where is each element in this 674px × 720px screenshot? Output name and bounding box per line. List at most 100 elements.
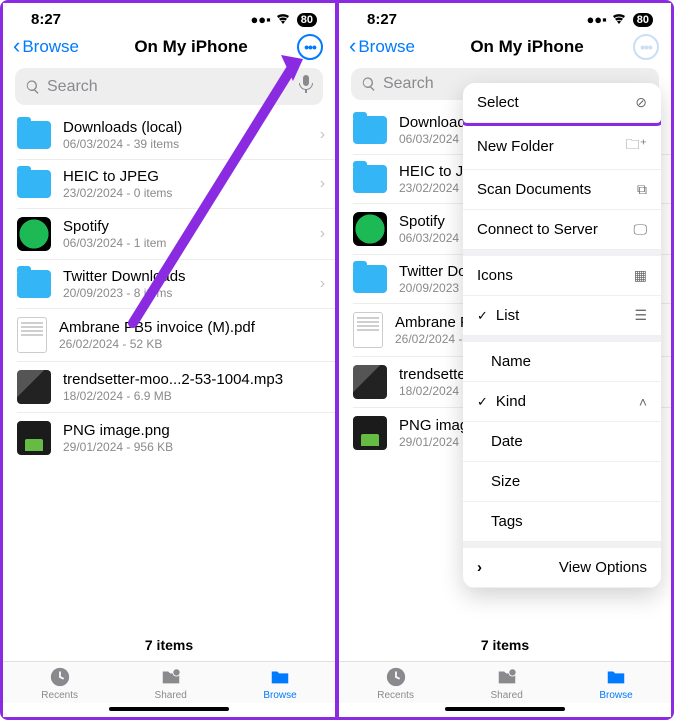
folder-icon: [605, 666, 627, 688]
new-folder-icon: 🗀⁺: [626, 134, 647, 158]
status-icons: ●●▪ 80: [250, 12, 317, 27]
search-placeholder: Search: [47, 78, 98, 96]
menu-connect-server[interactable]: Connect to Server 🖵: [463, 210, 661, 250]
image-icon: [17, 421, 51, 455]
tab-shared[interactable]: Shared: [155, 666, 187, 701]
menu-select[interactable]: Select ⊘: [463, 83, 661, 123]
more-actions-button[interactable]: •••: [297, 34, 323, 60]
file-meta: 18/02/2024 - 6.9 MB: [63, 389, 325, 403]
tab-shared[interactable]: Shared: [491, 666, 523, 701]
menu-scan-documents[interactable]: Scan Documents ⧉: [463, 170, 661, 210]
phone-right: 8:27 ●●▪ 80 ‹ Browse On My iPhone ••• Se…: [339, 3, 671, 717]
file-meta: 23/02/2024 - 0 items: [63, 186, 308, 200]
chevron-right-icon: ›: [320, 175, 325, 193]
back-label: Browse: [22, 37, 79, 57]
status-icons: ●●▪ 80: [586, 12, 653, 27]
back-button[interactable]: ‹ Browse: [349, 37, 425, 57]
menu-new-folder[interactable]: New Folder 🗀⁺: [463, 123, 661, 170]
tab-recents[interactable]: Recents: [41, 666, 78, 701]
list-item[interactable]: HEIC to JPEG 23/02/2024 - 0 items ›: [17, 160, 335, 209]
list-item[interactable]: PNG image.png 29/01/2024 - 956 KB: [17, 413, 335, 463]
tab-bar: Recents Shared Browse: [339, 661, 671, 703]
audio-icon: [17, 370, 51, 404]
folder-icon: [17, 121, 51, 149]
ellipsis-icon: •••: [304, 39, 316, 55]
back-label: Browse: [358, 37, 415, 57]
document-icon: [353, 312, 383, 348]
list-item[interactable]: Twitter Downloads 20/09/2023 - 8 items ›: [17, 260, 335, 309]
menu-sort-size[interactable]: Size: [463, 462, 661, 502]
file-name: Downloads (local): [63, 119, 308, 136]
menu-view-icons[interactable]: Icons ▦: [463, 256, 661, 296]
file-meta: 20/09/2023 - 8 items: [63, 286, 308, 300]
menu-sort-name[interactable]: Name: [463, 342, 661, 382]
item-count: 7 items: [3, 629, 335, 661]
chevron-right-icon: ›: [320, 126, 325, 144]
item-count: 7 items: [339, 629, 671, 661]
folder-icon: [17, 270, 51, 298]
file-list: Downloads (local) 06/03/2024 - 39 items …: [3, 111, 335, 629]
folder-icon: [353, 116, 387, 144]
file-name: Ambrane PB5 invoice (M).pdf: [59, 319, 325, 336]
home-indicator: [109, 707, 229, 711]
list-item[interactable]: Ambrane PB5 invoice (M).pdf 26/02/2024 -…: [17, 309, 335, 362]
battery-icon: 80: [633, 13, 653, 27]
search-icon: [25, 79, 41, 95]
tab-browse[interactable]: Browse: [599, 666, 632, 701]
select-icon: ⊘: [635, 94, 647, 111]
file-name: Spotify: [63, 218, 308, 235]
phone-left: 8:27 ●●▪ 80 ‹ Browse On My iPhone ••• Se…: [3, 3, 335, 717]
shared-folder-icon: [496, 666, 518, 688]
folder-icon: [269, 666, 291, 688]
status-time: 8:27: [31, 11, 61, 28]
status-bar: 8:27 ●●▪ 80: [339, 3, 671, 30]
menu-view-list[interactable]: List ☰: [463, 296, 661, 336]
tab-browse[interactable]: Browse: [263, 666, 296, 701]
chevron-right-icon: ›: [320, 225, 325, 243]
file-name: trendsetter-moo...2-53-1004.mp3: [63, 371, 325, 388]
ellipsis-icon: •••: [640, 39, 652, 55]
chevron-right-icon: ›: [320, 275, 325, 293]
document-icon: [17, 317, 47, 353]
list-item[interactable]: trendsetter-moo...2-53-1004.mp3 18/02/20…: [17, 362, 335, 413]
folder-icon: [353, 165, 387, 193]
search-placeholder: Search: [383, 75, 434, 93]
search-input[interactable]: Search: [15, 68, 323, 105]
status-bar: 8:27 ●●▪ 80: [3, 3, 335, 30]
tab-recents[interactable]: Recents: [377, 666, 414, 701]
list-item[interactable]: Spotify 06/03/2024 - 1 item ›: [17, 209, 335, 260]
folder-icon: [17, 170, 51, 198]
chevron-left-icon: ‹: [349, 35, 356, 57]
menu-view-options[interactable]: View Options: [463, 548, 661, 588]
nav-bar: ‹ Browse On My iPhone •••: [3, 30, 335, 66]
scan-icon: ⧉: [637, 181, 647, 198]
server-icon: 🖵: [634, 221, 648, 238]
clock-icon: [385, 666, 407, 688]
chevron-up-icon: ˄: [639, 394, 647, 410]
status-time: 8:27: [367, 11, 397, 28]
menu-sort-kind[interactable]: Kind ˄: [463, 382, 661, 422]
menu-sort-date[interactable]: Date: [463, 422, 661, 462]
wifi-icon: [275, 12, 291, 27]
file-meta: 29/01/2024 - 956 KB: [63, 440, 325, 454]
page-title: On My iPhone: [134, 37, 247, 57]
file-name: Twitter Downloads: [63, 268, 308, 285]
cellular-icon: ●●▪: [586, 12, 606, 27]
wifi-icon: [611, 12, 627, 27]
shared-folder-icon: [160, 666, 182, 688]
tab-bar: Recents Shared Browse: [3, 661, 335, 703]
home-indicator: [445, 707, 565, 711]
more-actions-button[interactable]: •••: [633, 34, 659, 60]
battery-icon: 80: [297, 13, 317, 27]
cellular-icon: ●●▪: [250, 12, 270, 27]
chevron-left-icon: ‹: [13, 35, 20, 57]
mic-icon[interactable]: [299, 75, 313, 98]
spotify-icon: [353, 212, 387, 246]
image-icon: [353, 416, 387, 450]
list-item[interactable]: Downloads (local) 06/03/2024 - 39 items …: [17, 111, 335, 160]
audio-icon: [353, 365, 387, 399]
back-button[interactable]: ‹ Browse: [13, 37, 89, 57]
menu-sort-tags[interactable]: Tags: [463, 502, 661, 542]
context-menu: Select ⊘ New Folder 🗀⁺ Scan Documents ⧉ …: [463, 83, 661, 588]
file-meta: 06/03/2024 - 39 items: [63, 137, 308, 151]
